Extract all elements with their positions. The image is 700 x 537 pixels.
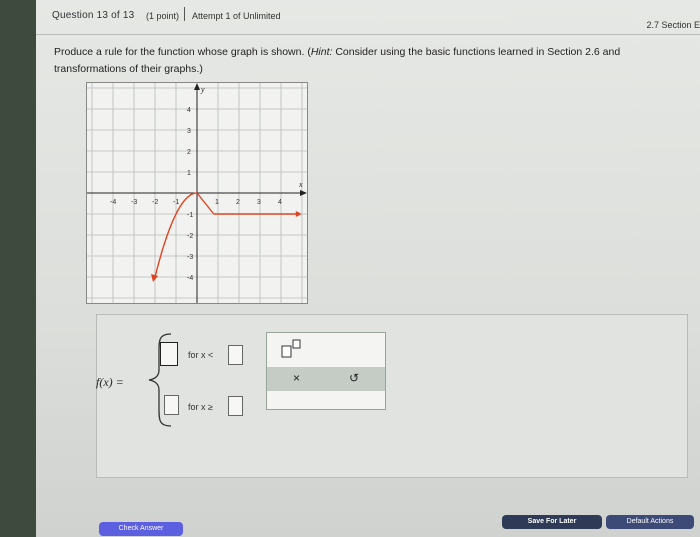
question-number: Question 13 of 13 bbox=[52, 10, 135, 21]
y-tick-label: 1 bbox=[187, 170, 191, 177]
graph-curve bbox=[151, 192, 302, 282]
piece1-condition-label: for x < bbox=[188, 350, 214, 360]
prompt-main: Produce a rule for the function whose gr… bbox=[54, 46, 311, 58]
save-for-later-button[interactable]: Save For Later bbox=[502, 515, 602, 529]
default-actions-button[interactable]: Default Actions bbox=[606, 515, 694, 529]
answer-area bbox=[96, 314, 688, 478]
question-screen: Question 13 of 13 (1 point) Attempt 1 of… bbox=[36, 0, 700, 537]
header-divider bbox=[184, 7, 185, 21]
piece1-expression-input[interactable] bbox=[160, 342, 178, 366]
curve-arrow-right bbox=[295, 211, 302, 217]
piece1-bound-input[interactable] bbox=[228, 345, 243, 365]
undo-button[interactable]: ↺ bbox=[349, 371, 359, 385]
function-label: f(x) = bbox=[96, 375, 124, 389]
x-axis-label: x bbox=[298, 180, 303, 189]
check-answer-button[interactable]: Check Answer bbox=[99, 522, 183, 536]
prompt-hint-label: Hint: bbox=[310, 46, 333, 58]
y-tick-label: 2 bbox=[187, 149, 191, 156]
x-tick-label: -1 bbox=[173, 199, 179, 206]
y-tick-label: -3 bbox=[187, 254, 193, 261]
x-tick-label: -4 bbox=[110, 199, 116, 206]
question-header: Question 13 of 13 (1 point) Attempt 1 of… bbox=[36, 0, 700, 35]
y-tick-label: -2 bbox=[187, 233, 193, 240]
x-tick-label: -2 bbox=[152, 199, 158, 206]
x-tick-label: 3 bbox=[257, 199, 261, 206]
question-prompt: Produce a rule for the function whose gr… bbox=[54, 44, 694, 78]
section-label: 2.7 Section E bbox=[646, 20, 700, 30]
attempt-counter: Attempt 1 of Unlimited bbox=[192, 11, 281, 21]
function-graph: x y -4 -3 -2 -1 1 2 3 4 4 3 2 1 -1 -2 -3 -4 bbox=[86, 82, 308, 304]
exponent-template-icon[interactable] bbox=[281, 339, 303, 359]
x-tick-label: 2 bbox=[236, 199, 240, 206]
y-tick-label: 4 bbox=[187, 107, 191, 114]
graph-svg: x y -4 -3 -2 -1 1 2 3 4 4 3 2 1 -1 -2 -3 -4 bbox=[87, 83, 307, 303]
y-tick-label: 3 bbox=[187, 128, 191, 135]
y-axis-arrow bbox=[194, 83, 200, 90]
y-axis-label: y bbox=[200, 85, 205, 94]
curve-arrow-left bbox=[151, 274, 158, 282]
x-axis-arrow bbox=[300, 190, 307, 196]
x-tick-label: 1 bbox=[215, 199, 219, 206]
palette-actions: × ↺ bbox=[267, 367, 385, 391]
piece2-expression-input[interactable] bbox=[164, 395, 179, 415]
y-tick-label: -1 bbox=[187, 212, 193, 219]
curve-step-down bbox=[196, 192, 215, 215]
x-tick-label: -3 bbox=[131, 199, 137, 206]
multiply-button[interactable]: × bbox=[293, 371, 300, 385]
question-points: (1 point) bbox=[146, 11, 180, 21]
x-tick-label: 4 bbox=[278, 199, 282, 206]
piece2-bound-input[interactable] bbox=[228, 396, 243, 416]
y-tick-label: -4 bbox=[187, 275, 193, 282]
math-palette: × ↺ bbox=[266, 332, 386, 410]
piece2-condition-label: for x ≥ bbox=[188, 402, 213, 412]
